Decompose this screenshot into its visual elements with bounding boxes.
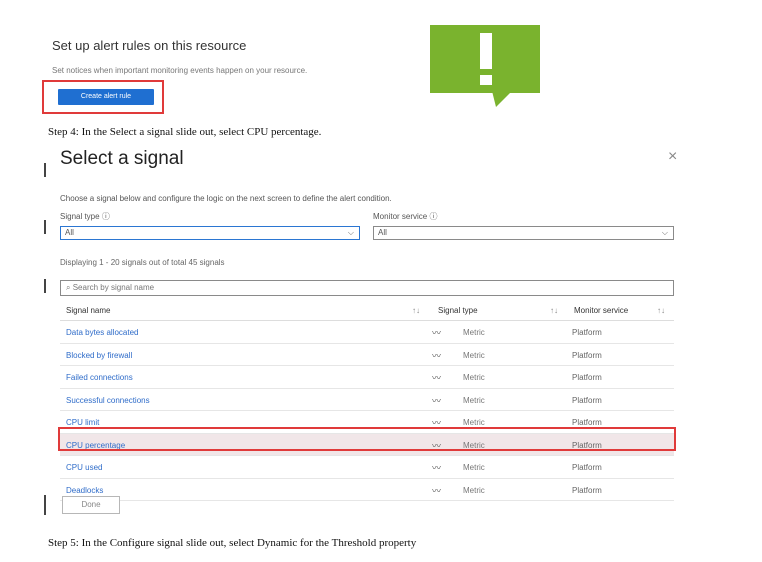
monitor-service-value: Platform bbox=[572, 418, 602, 427]
search-input[interactable]: ⌕ Search by signal name bbox=[60, 280, 674, 296]
close-icon[interactable]: × bbox=[668, 148, 677, 166]
signal-type-value: Metric bbox=[463, 395, 485, 405]
signal-type-value: Metric bbox=[463, 350, 485, 360]
step-5-text: Step 5: In the Configure signal slide ou… bbox=[48, 537, 417, 549]
table-row[interactable]: Deadlocks 〰 Metric Platform bbox=[60, 479, 674, 501]
left-marker bbox=[44, 163, 46, 177]
create-alert-rule-button[interactable]: Create alert rule bbox=[58, 89, 154, 105]
table-row[interactable]: CPU limit 〰 Metric Platform bbox=[60, 411, 674, 434]
section-description: Set notices when important monitoring ev… bbox=[52, 66, 308, 75]
column-signal-name[interactable]: Signal name bbox=[66, 306, 110, 315]
info-icon: ⓘ bbox=[429, 212, 438, 221]
signal-name-link[interactable]: Deadlocks bbox=[66, 486, 103, 495]
signal-name-link[interactable]: Failed connections bbox=[66, 373, 133, 382]
sort-icon[interactable]: ↑↓ bbox=[550, 306, 558, 315]
metric-icon: 〰 bbox=[432, 418, 442, 428]
signal-type-value: Metric bbox=[463, 418, 485, 427]
table-row[interactable]: CPU used 〰 Metric Platform bbox=[60, 456, 674, 479]
table-row[interactable]: Successful connections 〰 Metric Platform bbox=[60, 389, 674, 411]
chevron-down-icon: ⌵ bbox=[347, 228, 354, 237]
signal-type-value: Metric bbox=[463, 373, 485, 382]
signal-type-dropdown[interactable]: All ⌵ bbox=[60, 226, 360, 240]
info-icon: ⓘ bbox=[101, 212, 110, 221]
signal-name-link[interactable]: Blocked by firewall bbox=[66, 351, 132, 360]
exclamation-icon bbox=[430, 25, 540, 107]
left-marker bbox=[44, 220, 46, 234]
metric-icon: 〰 bbox=[432, 463, 442, 473]
signal-name-link[interactable]: Successful connections bbox=[66, 396, 150, 405]
signal-name-link[interactable]: CPU used bbox=[66, 463, 102, 472]
metric-icon: 〰 bbox=[432, 373, 442, 383]
monitor-service-value: Platform bbox=[572, 485, 602, 495]
monitor-service-dropdown[interactable]: All ⌵ bbox=[373, 226, 674, 240]
table-row[interactable]: Blocked by firewall 〰 Metric Platform bbox=[60, 344, 674, 366]
signal-name-link[interactable]: CPU limit bbox=[66, 418, 99, 427]
table-row[interactable]: Data bytes allocated 〰 Metric Platform bbox=[60, 321, 674, 344]
signal-type-value: Metric bbox=[463, 485, 485, 495]
chevron-down-icon: ⌵ bbox=[661, 228, 668, 237]
sort-icon[interactable]: ↑↓ bbox=[657, 306, 665, 315]
metric-icon: 〰 bbox=[432, 328, 442, 338]
signal-type-value: Metric bbox=[463, 328, 485, 337]
done-button[interactable]: Done bbox=[62, 496, 120, 514]
table-row-cpu-percentage[interactable]: CPU percentage 〰 Metric Platform bbox=[60, 433, 674, 456]
panel-description: Choose a signal below and configure the … bbox=[60, 194, 392, 203]
signal-type-value: Metric bbox=[463, 463, 485, 472]
left-marker bbox=[44, 279, 46, 293]
section-title: Set up alert rules on this resource bbox=[52, 38, 247, 53]
signal-count: Displaying 1 - 20 signals out of total 4… bbox=[60, 258, 225, 267]
metric-icon: 〰 bbox=[432, 485, 442, 496]
monitor-service-value: Platform bbox=[572, 463, 602, 472]
signal-name-link[interactable]: Data bytes allocated bbox=[66, 328, 139, 337]
sort-icon[interactable]: ↑↓ bbox=[412, 306, 420, 315]
signal-type-value: Metric bbox=[463, 440, 485, 450]
signals-table: Signal name ↑↓ Signal type ↑↓ Monitor se… bbox=[60, 300, 674, 501]
monitor-service-value: Platform bbox=[572, 328, 602, 337]
metric-icon: 〰 bbox=[432, 350, 442, 361]
search-icon: ⌕ bbox=[66, 283, 71, 292]
signal-type-label: Signal type ⓘ bbox=[60, 212, 110, 221]
metric-icon: 〰 bbox=[432, 440, 442, 451]
monitor-service-value: Platform bbox=[572, 395, 602, 405]
monitor-service-value: Platform bbox=[572, 440, 602, 450]
table-row[interactable]: Failed connections 〰 Metric Platform bbox=[60, 366, 674, 389]
column-monitor-service[interactable]: Monitor service bbox=[574, 306, 628, 315]
signal-name-link[interactable]: CPU percentage bbox=[66, 441, 125, 450]
monitor-service-value: Platform bbox=[572, 373, 602, 382]
table-header: Signal name ↑↓ Signal type ↑↓ Monitor se… bbox=[60, 300, 674, 321]
metric-icon: 〰 bbox=[432, 395, 442, 406]
panel-title: Select a signal bbox=[60, 148, 184, 169]
column-signal-type[interactable]: Signal type bbox=[438, 306, 478, 315]
monitor-service-label: Monitor service ⓘ bbox=[373, 212, 438, 221]
left-marker bbox=[44, 495, 46, 515]
step-4-text: Step 4: In the Select a signal slide out… bbox=[48, 126, 322, 138]
monitor-service-value: Platform bbox=[572, 350, 602, 360]
